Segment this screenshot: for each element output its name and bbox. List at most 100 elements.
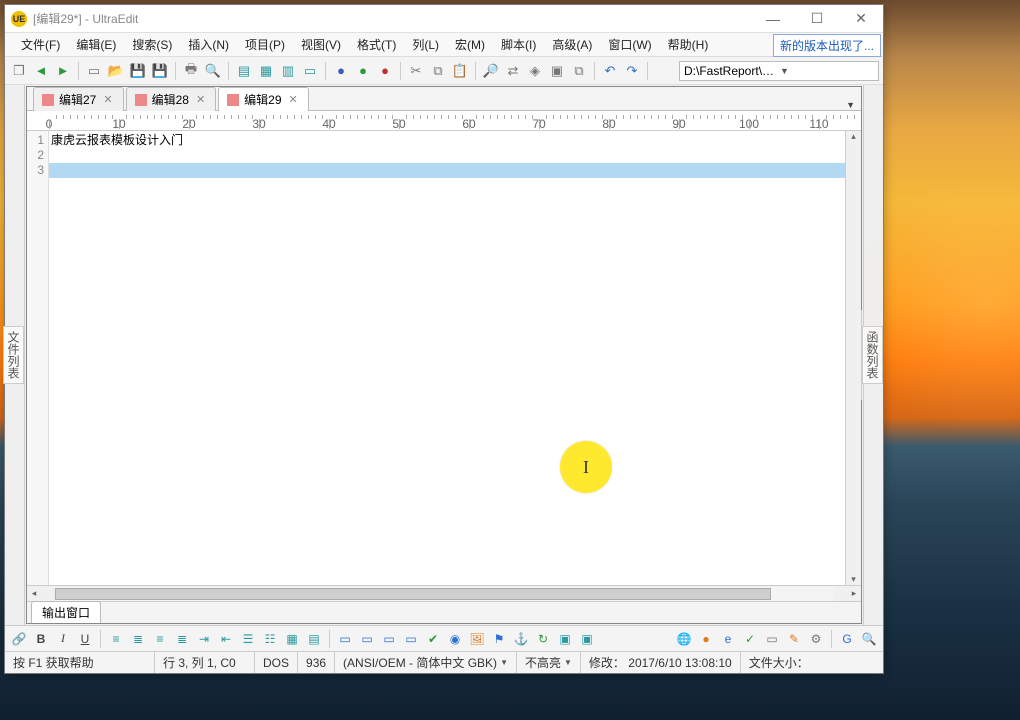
bold-button[interactable]: B xyxy=(31,629,51,649)
titlebar[interactable]: UE [编辑29*] - UltraEdit — ☐ ✕ xyxy=(5,5,883,33)
link-icon[interactable]: 🔗 xyxy=(9,629,29,649)
status-encoding[interactable]: (ANSI/OEM - 简体中文 GBK)▼ xyxy=(335,652,517,673)
copy-icon[interactable]: ⧉ xyxy=(428,61,448,81)
tag3-icon[interactable]: ▭ xyxy=(379,629,399,649)
browser-firefox-icon[interactable]: ● xyxy=(696,629,716,649)
scroll-thumb[interactable] xyxy=(55,588,771,600)
preview-icon[interactable]: 🔍 xyxy=(203,61,223,81)
scroll-right-icon[interactable]: ▸ xyxy=(847,588,861,599)
chevron-down-icon[interactable]: ▼ xyxy=(780,66,874,76)
italic-button[interactable]: I xyxy=(53,629,73,649)
print-icon[interactable]: 🖶 xyxy=(181,61,201,81)
tab-edit29[interactable]: 编辑29 ✕ xyxy=(218,87,309,111)
menu-edit[interactable]: 编辑(E) xyxy=(68,33,124,56)
ue-green-icon[interactable]: ● xyxy=(353,61,373,81)
refresh-icon[interactable]: ↻ xyxy=(533,629,553,649)
outdent-icon[interactable]: ⇤ xyxy=(216,629,236,649)
minimize-button[interactable]: — xyxy=(751,5,795,33)
scroll-left-icon[interactable]: ◂ xyxy=(27,588,41,599)
redo-icon[interactable]: ↷ xyxy=(622,61,642,81)
vertical-scrollbar[interactable] xyxy=(845,131,861,585)
tag4-icon[interactable]: ▭ xyxy=(401,629,421,649)
flag-icon[interactable]: ⚑ xyxy=(489,629,509,649)
menu-view[interactable]: 视图(V) xyxy=(293,33,349,56)
align-right-icon[interactable]: ≡ xyxy=(150,629,170,649)
validate-icon[interactable]: ✓ xyxy=(740,629,760,649)
tabs-dropdown[interactable]: ▼ xyxy=(846,100,855,110)
underline-button[interactable]: U xyxy=(75,629,95,649)
list-icon[interactable]: ▤ xyxy=(234,61,254,81)
menu-help[interactable]: 帮助(H) xyxy=(660,33,717,56)
path-combobox[interactable]: D:\FastReport\PDFToolKit\Deb ▼ xyxy=(679,61,879,81)
new-version-notice[interactable]: 新的版本出现了... xyxy=(773,34,881,57)
goto-icon[interactable]: ▣ xyxy=(547,61,567,81)
output-tab[interactable]: 输出窗口 xyxy=(31,601,101,623)
ue-blue-icon[interactable]: ● xyxy=(331,61,351,81)
status-highlight[interactable]: 不高亮▼ xyxy=(517,652,581,673)
close-icon[interactable]: ✕ xyxy=(101,93,114,106)
menu-file[interactable]: 文件(F) xyxy=(13,33,68,56)
find-icon[interactable]: 🔎 xyxy=(481,61,501,81)
import-icon[interactable]: ▣ xyxy=(577,629,597,649)
tag1-icon[interactable]: ▭ xyxy=(335,629,355,649)
menu-advanced[interactable]: 高级(A) xyxy=(544,33,600,56)
edit-icon[interactable]: ✎ xyxy=(784,629,804,649)
image-icon[interactable]: 🖼 xyxy=(467,629,487,649)
panel-function-list[interactable]: 函数列表 xyxy=(862,326,883,384)
tag2-icon[interactable]: ▭ xyxy=(357,629,377,649)
right-side-panel[interactable]: 函数列表 XML 窗口 剪贴板历史记录 查找和替换 xyxy=(863,85,883,625)
justify-icon[interactable]: ≣ xyxy=(172,629,192,649)
align-center-icon[interactable]: ≣ xyxy=(128,629,148,649)
list-ul-icon[interactable]: ☰ xyxy=(238,629,258,649)
code-line[interactable] xyxy=(49,148,845,163)
code-area[interactable]: 康虎云报表模板设计入门 xyxy=(49,131,845,585)
close-icon[interactable]: ✕ xyxy=(194,93,207,106)
save-as-icon[interactable]: 💾 xyxy=(150,61,170,81)
align-left-icon[interactable]: ≡ xyxy=(106,629,126,649)
menu-column[interactable]: 列(L) xyxy=(404,33,447,56)
anchor-icon[interactable]: ⚓ xyxy=(511,629,531,649)
menu-search[interactable]: 搜索(S) xyxy=(124,33,180,56)
search-web-icon[interactable]: 🔍 xyxy=(859,629,879,649)
code-line[interactable]: 康虎云报表模板设计入门 xyxy=(49,133,845,148)
forward-icon[interactable]: ► xyxy=(53,61,73,81)
menu-insert[interactable]: 插入(N) xyxy=(180,33,237,56)
panel-file-list[interactable]: 文件列表 xyxy=(3,326,24,384)
block-icon[interactable]: ▦ xyxy=(282,629,302,649)
tab-edit27[interactable]: 编辑27 ✕ xyxy=(33,87,124,111)
radio-icon[interactable]: ◉ xyxy=(445,629,465,649)
maximize-button[interactable]: ☐ xyxy=(795,5,839,33)
new-file-icon[interactable]: ▭ xyxy=(84,61,104,81)
menu-format[interactable]: 格式(T) xyxy=(349,33,404,56)
paste-icon[interactable]: 📋 xyxy=(450,61,470,81)
wrap-icon[interactable]: ▭ xyxy=(300,61,320,81)
save-all-icon[interactable]: ❐ xyxy=(9,61,29,81)
compare-icon[interactable]: ⧉ xyxy=(569,61,589,81)
ruler[interactable]: 0102030405060708090100110 xyxy=(27,111,861,131)
grid-icon[interactable]: ▦ xyxy=(256,61,276,81)
bookmark-icon[interactable]: ◈ xyxy=(525,61,545,81)
browser-ie-icon[interactable]: e xyxy=(718,629,738,649)
block2-icon[interactable]: ▤ xyxy=(304,629,324,649)
replace-icon[interactable]: ⇄ xyxy=(503,61,523,81)
settings-icon[interactable]: ⚙ xyxy=(806,629,826,649)
undo-icon[interactable]: ↶ xyxy=(600,61,620,81)
close-icon[interactable]: ✕ xyxy=(287,93,300,106)
back-icon[interactable]: ◄ xyxy=(31,61,51,81)
browser-chrome-icon[interactable]: 🌐 xyxy=(674,629,694,649)
column-icon[interactable]: ▥ xyxy=(278,61,298,81)
left-side-panel[interactable]: 文件列表 xyxy=(5,85,25,625)
tab-edit28[interactable]: 编辑28 ✕ xyxy=(126,87,217,111)
ue-red-icon[interactable]: ● xyxy=(375,61,395,81)
tool1-icon[interactable]: ▭ xyxy=(762,629,782,649)
save-icon[interactable]: 💾 xyxy=(128,61,148,81)
indent-icon[interactable]: ⇥ xyxy=(194,629,214,649)
open-file-icon[interactable]: 📂 xyxy=(106,61,126,81)
google-icon[interactable]: G xyxy=(837,629,857,649)
menu-project[interactable]: 项目(P) xyxy=(237,33,293,56)
check-icon[interactable]: ✔ xyxy=(423,629,443,649)
menu-macro[interactable]: 宏(M) xyxy=(447,33,493,56)
horizontal-scrollbar[interactable]: ◂ ▸ xyxy=(27,585,861,601)
menu-script[interactable]: 脚本(I) xyxy=(493,33,544,56)
cut-icon[interactable]: ✂ xyxy=(406,61,426,81)
